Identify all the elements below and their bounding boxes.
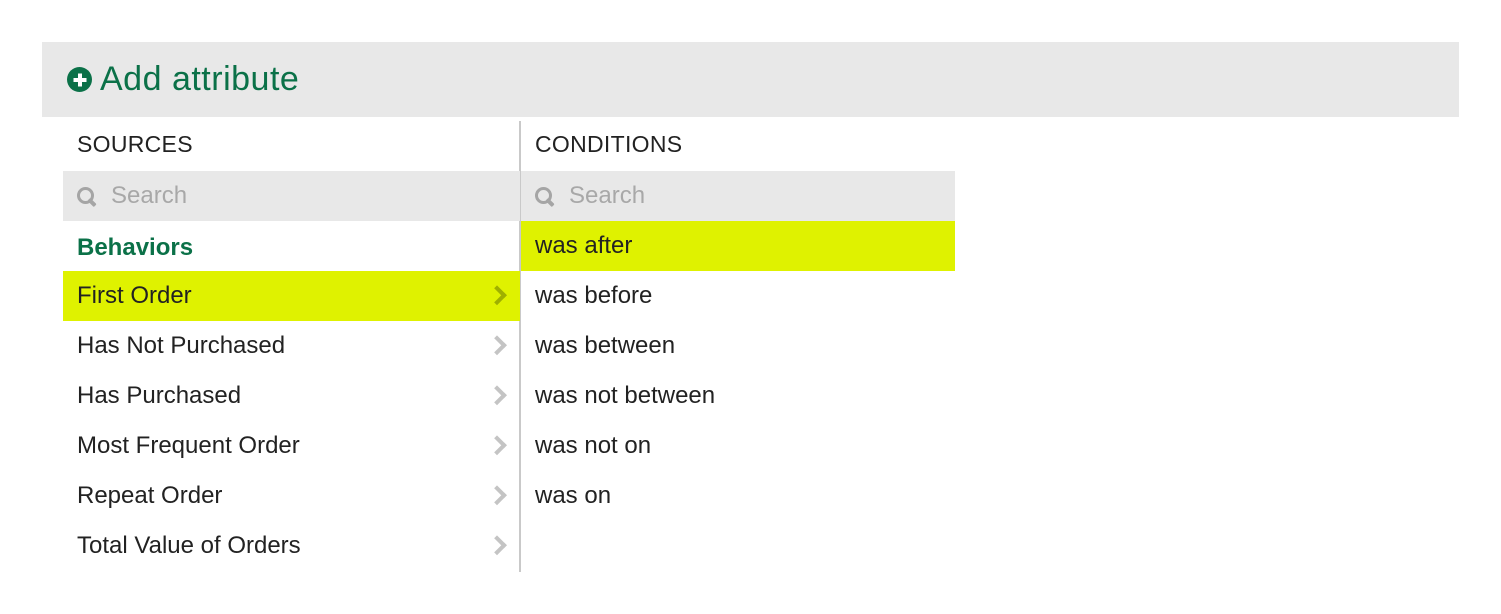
source-item-label: First Order xyxy=(77,282,192,309)
add-attribute-header[interactable]: Add attribute xyxy=(42,42,1459,117)
condition-item-label: was not between xyxy=(535,382,716,409)
condition-item-label: was after xyxy=(535,232,633,259)
conditions-search-input[interactable] xyxy=(567,181,951,211)
chevron-right-icon xyxy=(487,485,507,506)
source-item-label: Total Value of Orders xyxy=(77,532,301,559)
conditions-column: CONDITIONS was after was before was betw… xyxy=(521,121,955,571)
condition-item-was-between[interactable]: was between xyxy=(521,321,955,371)
condition-item-was-not-between[interactable]: was not between xyxy=(521,371,955,421)
chevron-right-icon xyxy=(487,385,507,406)
condition-item-was-on[interactable]: was on xyxy=(521,471,955,521)
source-item-most-frequent-order[interactable]: Most Frequent Order xyxy=(63,421,520,471)
sources-search-input[interactable] xyxy=(109,181,493,211)
sources-search-box[interactable] xyxy=(63,171,520,221)
source-item-label: Repeat Order xyxy=(77,482,223,509)
condition-item-label: was on xyxy=(535,482,612,509)
source-item-repeat-order[interactable]: Repeat Order xyxy=(63,471,520,521)
plus-circle-icon[interactable] xyxy=(67,67,92,92)
condition-item-was-not-on[interactable]: was not on xyxy=(521,421,955,471)
source-item-has-purchased[interactable]: Has Purchased xyxy=(63,371,520,421)
source-item-first-order[interactable]: First Order xyxy=(63,271,520,321)
sources-heading: SOURCES xyxy=(77,131,193,157)
condition-item-was-before[interactable]: was before xyxy=(521,271,955,321)
conditions-search-box[interactable] xyxy=(521,171,955,221)
condition-item-label: was not on xyxy=(535,432,652,459)
chevron-right-icon xyxy=(487,435,507,456)
sources-column: SOURCES Behaviors First Order Has Not Pu… xyxy=(63,121,520,571)
add-attribute-title[interactable]: Add attribute xyxy=(100,60,299,99)
chevron-right-icon xyxy=(487,335,507,356)
condition-item-was-after[interactable]: was after xyxy=(521,221,955,271)
condition-item-label: was between xyxy=(535,332,676,359)
source-item-label: Most Frequent Order xyxy=(77,432,300,459)
condition-item-label: was before xyxy=(535,282,653,309)
source-item-label: Has Not Purchased xyxy=(77,332,286,359)
source-item-has-not-purchased[interactable]: Has Not Purchased xyxy=(63,321,520,371)
group-label-behaviors: Behaviors xyxy=(77,234,194,261)
source-item-label: Has Purchased xyxy=(77,382,242,409)
chevron-right-icon xyxy=(487,535,507,556)
source-item-total-value-of-orders[interactable]: Total Value of Orders xyxy=(63,521,520,571)
search-icon xyxy=(535,187,553,205)
conditions-heading: CONDITIONS xyxy=(535,131,683,157)
search-icon xyxy=(77,187,95,205)
chevron-right-icon xyxy=(487,285,507,306)
